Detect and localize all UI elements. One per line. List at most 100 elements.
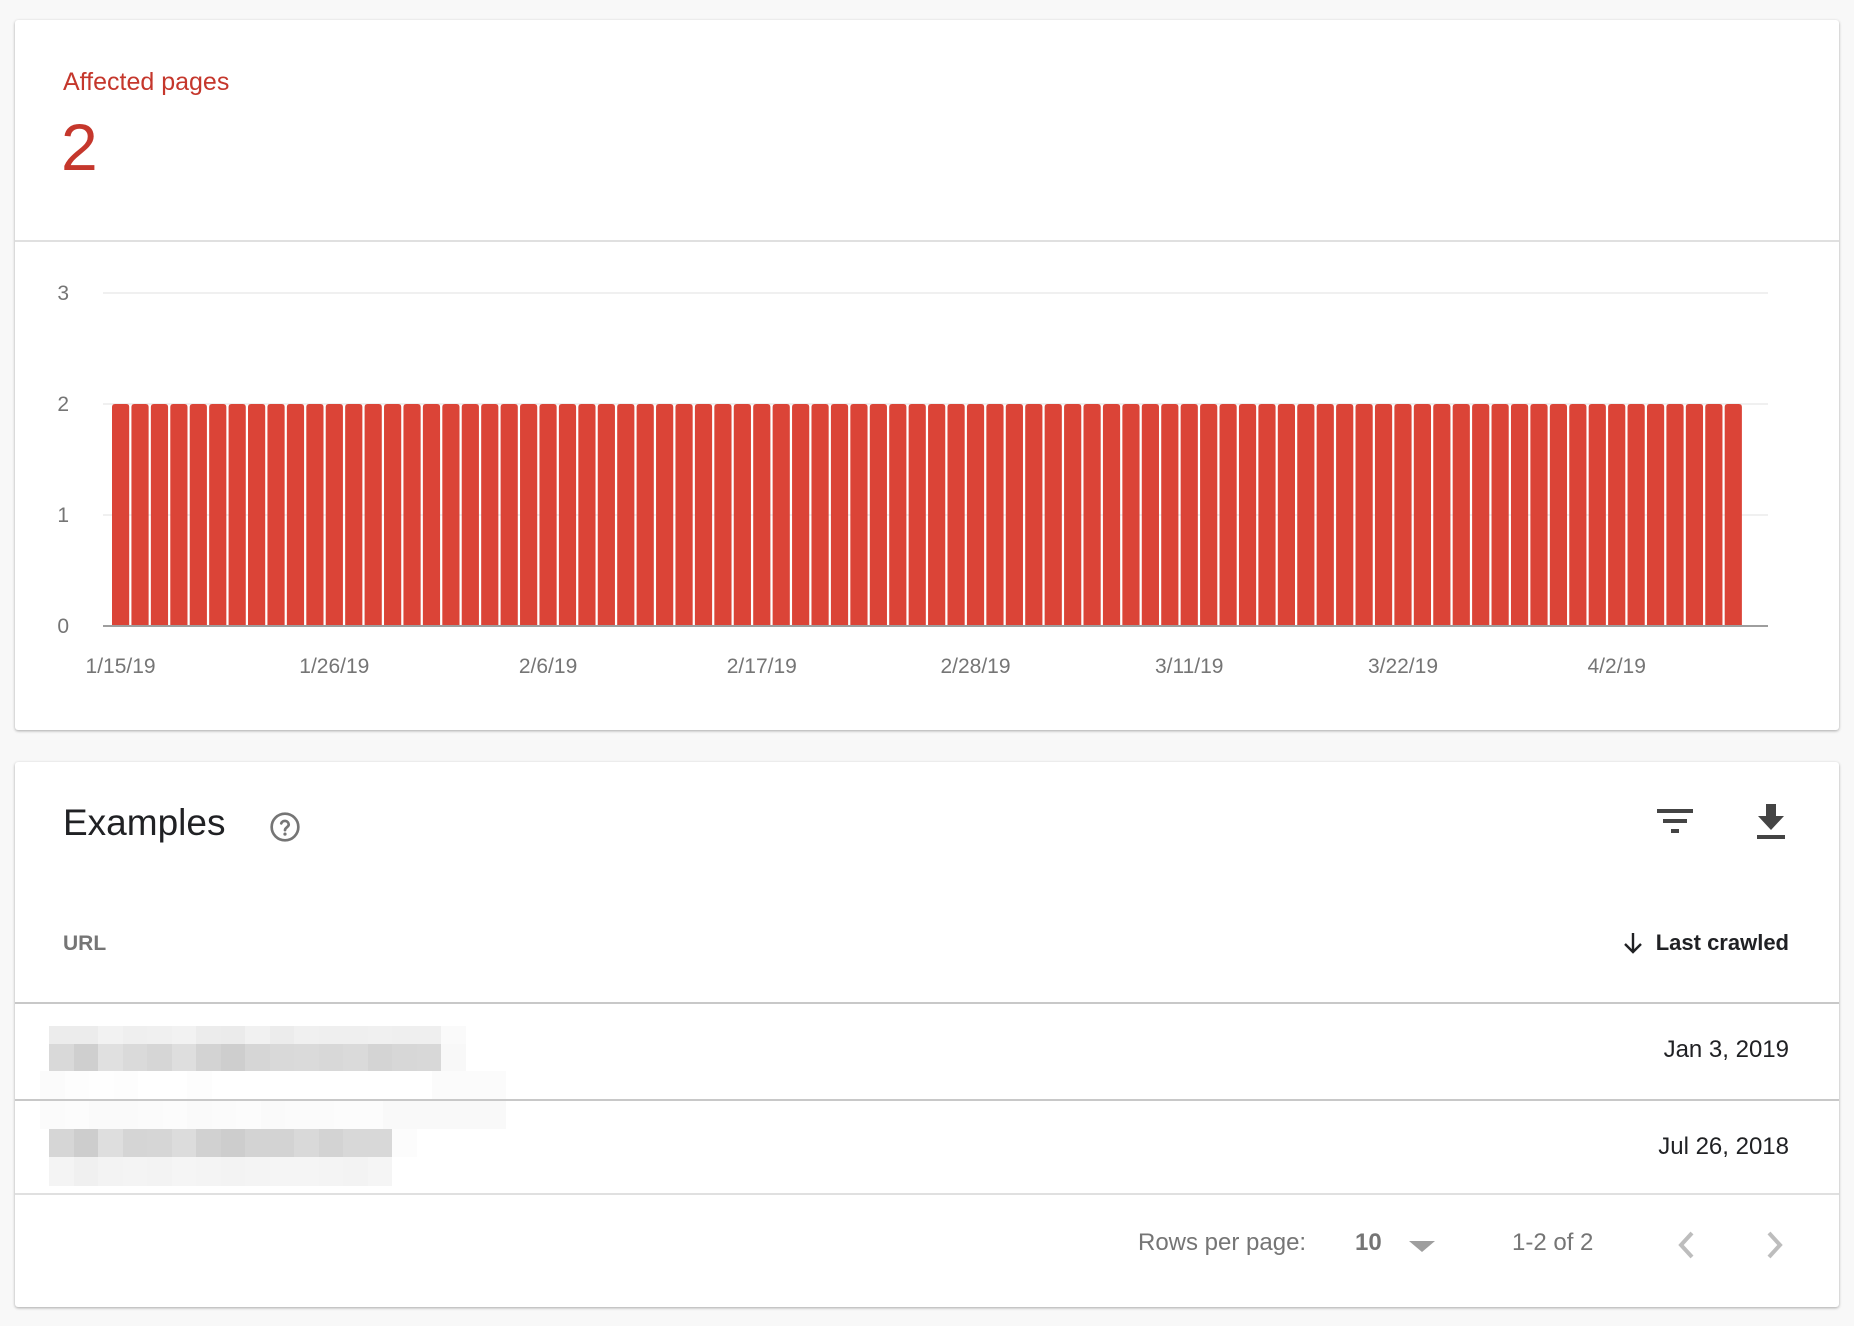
- bar[interactable]: [1724, 404, 1742, 626]
- bar[interactable]: [908, 404, 926, 626]
- bar[interactable]: [1025, 404, 1043, 626]
- bar[interactable]: [1685, 404, 1704, 626]
- bar[interactable]: [1569, 404, 1587, 626]
- bar[interactable]: [1277, 404, 1295, 626]
- bar[interactable]: [889, 404, 907, 626]
- bar[interactable]: [811, 404, 829, 626]
- bar[interactable]: [597, 404, 615, 626]
- bar[interactable]: [1083, 404, 1101, 626]
- table-row[interactable]: Jan 3, 2019: [15, 1004, 1839, 1099]
- bar[interactable]: [1102, 404, 1121, 626]
- previous-page-button[interactable]: [1666, 1221, 1706, 1269]
- bar[interactable]: [442, 404, 460, 626]
- bar[interactable]: [1510, 404, 1529, 626]
- bar[interactable]: [150, 404, 169, 626]
- bar[interactable]: [1374, 404, 1393, 626]
- bar[interactable]: [830, 404, 849, 626]
- bar[interactable]: [170, 404, 188, 626]
- url-redacted[interactable]: [49, 1129, 417, 1157]
- bar[interactable]: [1472, 404, 1490, 626]
- bar[interactable]: [928, 404, 946, 626]
- url-redacted[interactable]: [49, 1026, 466, 1044]
- bar[interactable]: [461, 404, 479, 626]
- bar[interactable]: [539, 404, 557, 626]
- bar[interactable]: [112, 404, 130, 626]
- bar[interactable]: [1044, 404, 1062, 626]
- column-header-last-crawled[interactable]: Last crawled: [1622, 930, 1789, 956]
- bar[interactable]: [228, 404, 246, 626]
- bar[interactable]: [520, 404, 538, 626]
- bar[interactable]: [792, 404, 810, 626]
- bar[interactable]: [286, 404, 305, 626]
- bar[interactable]: [422, 404, 441, 626]
- bar[interactable]: [753, 404, 771, 626]
- bar[interactable]: [267, 404, 285, 626]
- bar[interactable]: [1530, 404, 1548, 626]
- bar[interactable]: [694, 404, 713, 626]
- bar[interactable]: [1180, 404, 1198, 626]
- bar[interactable]: [1064, 404, 1082, 626]
- bar[interactable]: [1258, 404, 1276, 626]
- url-redacted: [49, 1157, 392, 1186]
- bar[interactable]: [772, 404, 790, 626]
- bar[interactable]: [306, 404, 324, 626]
- bar[interactable]: [500, 404, 518, 626]
- filter-button[interactable]: [1651, 798, 1699, 846]
- bar[interactable]: [1666, 404, 1684, 626]
- bar[interactable]: [1394, 404, 1412, 626]
- bar[interactable]: [714, 404, 732, 626]
- bar[interactable]: [1646, 404, 1665, 626]
- bar[interactable]: [1549, 404, 1568, 626]
- bar[interactable]: [248, 404, 266, 626]
- bar[interactable]: [1200, 404, 1218, 626]
- bar[interactable]: [1452, 404, 1470, 626]
- bar[interactable]: [1491, 404, 1509, 626]
- bar[interactable]: [656, 404, 674, 626]
- bar[interactable]: [325, 404, 343, 626]
- redaction-block: [343, 1044, 368, 1071]
- bar[interactable]: [617, 404, 635, 626]
- bar[interactable]: [1297, 404, 1315, 626]
- bar[interactable]: [189, 404, 207, 626]
- redaction-block: [367, 1044, 392, 1071]
- bar[interactable]: [131, 404, 149, 626]
- rows-per-page-value[interactable]: 10: [1355, 1229, 1382, 1257]
- bar[interactable]: [364, 404, 382, 626]
- bar[interactable]: [675, 404, 693, 626]
- bar[interactable]: [1316, 404, 1334, 626]
- bar[interactable]: [1161, 404, 1179, 626]
- bar[interactable]: [1238, 404, 1257, 626]
- bar[interactable]: [1355, 404, 1373, 626]
- bar[interactable]: [947, 404, 965, 626]
- bar[interactable]: [384, 404, 402, 626]
- bar[interactable]: [1005, 404, 1023, 626]
- table-row[interactable]: Jul 26, 2018: [15, 1101, 1839, 1196]
- bar[interactable]: [558, 404, 577, 626]
- next-page-button[interactable]: [1755, 1221, 1795, 1269]
- bar[interactable]: [345, 404, 363, 626]
- download-button[interactable]: [1747, 798, 1795, 846]
- bar[interactable]: [1433, 404, 1451, 626]
- bar[interactable]: [850, 404, 868, 626]
- bar[interactable]: [636, 404, 654, 626]
- bar[interactable]: [1588, 404, 1606, 626]
- bar[interactable]: [869, 404, 887, 626]
- bar[interactable]: [578, 404, 596, 626]
- bar[interactable]: [1608, 404, 1626, 626]
- bar[interactable]: [966, 404, 985, 626]
- bar[interactable]: [1627, 404, 1645, 626]
- bar[interactable]: [1336, 404, 1354, 626]
- help-circle-icon[interactable]: [269, 811, 301, 843]
- bar[interactable]: [1219, 404, 1237, 626]
- rows-per-page-dropdown-icon[interactable]: [1407, 1239, 1437, 1253]
- bar[interactable]: [1141, 404, 1159, 626]
- column-header-url[interactable]: URL: [63, 932, 106, 956]
- bar[interactable]: [1413, 404, 1432, 626]
- bar[interactable]: [986, 404, 1004, 626]
- bar[interactable]: [209, 404, 227, 626]
- bar[interactable]: [733, 404, 751, 626]
- bar[interactable]: [1122, 404, 1140, 626]
- bar[interactable]: [1705, 404, 1723, 626]
- bar[interactable]: [403, 404, 421, 626]
- bar[interactable]: [481, 404, 499, 626]
